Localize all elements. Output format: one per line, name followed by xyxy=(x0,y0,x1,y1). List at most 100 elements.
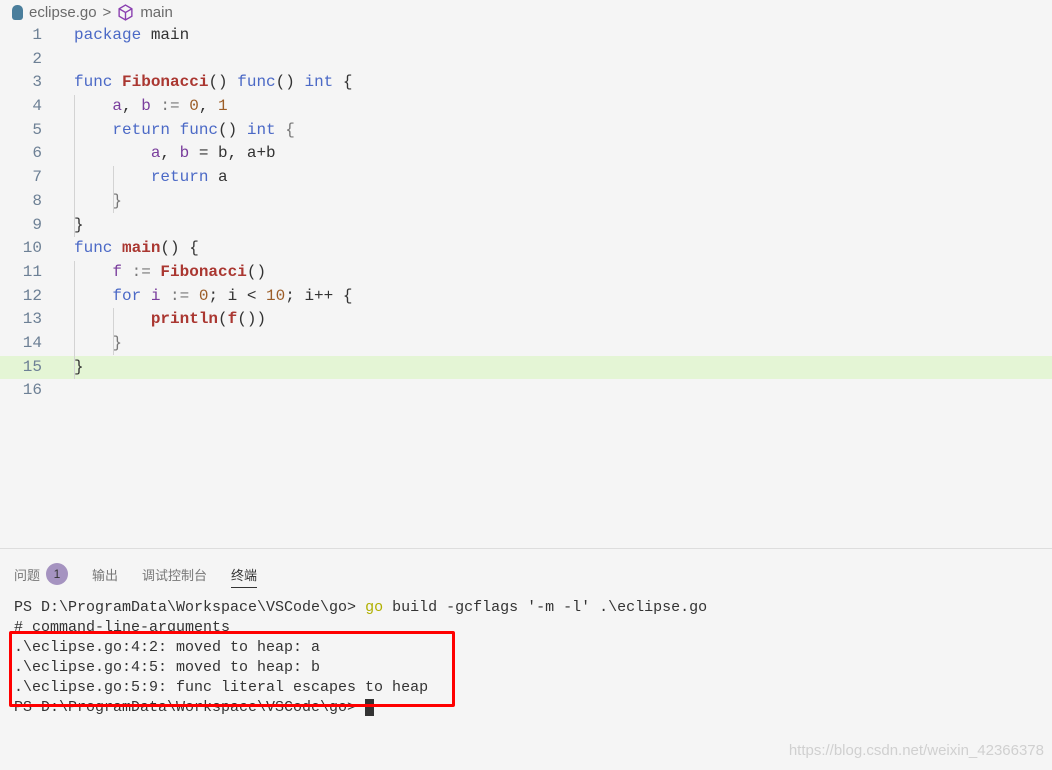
breadcrumb-symbol[interactable]: main xyxy=(140,4,173,21)
code-token: main xyxy=(141,26,190,44)
prompt: PS D:\ProgramData\Workspace\VSCode\go> xyxy=(14,599,366,616)
code-token: func xyxy=(237,73,276,92)
line-number: 13 xyxy=(22,310,42,329)
line-number: 7 xyxy=(32,168,42,187)
code-line[interactable]: 6 a, b = b, a+b xyxy=(0,142,1052,166)
code-token: for xyxy=(112,286,151,305)
code-token: := xyxy=(122,262,161,281)
code-line[interactable]: 10 func main() { xyxy=(0,237,1052,261)
line-number: 8 xyxy=(32,191,42,210)
breadcrumb: eclipse.go > main xyxy=(12,2,173,22)
panel-tab[interactable]: 终端 xyxy=(231,561,258,588)
code-line[interactable]: 1 package main xyxy=(0,24,1052,48)
indent-guide xyxy=(113,166,114,213)
code-token: main xyxy=(122,239,161,258)
code-line[interactable]: 5 return func() int { xyxy=(0,119,1052,143)
code-token: a xyxy=(150,144,161,163)
code-text: for i := 0; i < 10; i++ { xyxy=(74,285,352,309)
highlight-box xyxy=(9,631,455,707)
code-token: () { xyxy=(160,239,199,258)
terminal-command-line: PS D:\ProgramData\Workspace\VSCode\go> g… xyxy=(14,598,707,618)
code-token: f xyxy=(112,262,123,281)
code-token: () xyxy=(275,73,305,92)
code-token: a xyxy=(208,168,228,187)
code-token: ; i < xyxy=(208,286,267,305)
code-text: func Fibonacci() func() int { xyxy=(74,71,352,95)
code-token: } xyxy=(74,215,84,234)
command-args: build -gcflags '-m -l' .\eclipse.go xyxy=(383,599,708,616)
code-token: int xyxy=(304,73,334,92)
code-token: println xyxy=(150,310,219,329)
code-token: () xyxy=(218,120,247,139)
panel-tabs: 问题 1 输出 调试控制台 终端 xyxy=(14,561,258,588)
line-number: 9 xyxy=(32,215,42,234)
line-number: 4 xyxy=(32,97,42,116)
command-go: go xyxy=(365,599,384,616)
indent-guide xyxy=(113,308,114,355)
code-text: a, b := 0, 1 xyxy=(74,95,228,119)
code-token: func xyxy=(74,73,123,92)
code-line[interactable]: 15} xyxy=(0,355,1052,380)
code-text: println(f()) xyxy=(74,308,266,332)
code-line[interactable]: 4 a, b := 0, 1 xyxy=(0,95,1052,119)
code-line[interactable]: 16 xyxy=(0,379,1052,403)
code-token: () xyxy=(246,262,267,281)
code-line[interactable]: 2 xyxy=(0,48,1052,72)
problem-count-badge: 1 xyxy=(46,563,69,585)
code-line[interactable]: 3 func Fibonacci() func() int { xyxy=(0,71,1052,95)
line-number: 14 xyxy=(22,333,42,352)
code-token: 1 xyxy=(218,97,228,116)
code-token: } xyxy=(74,357,84,376)
code-token: { xyxy=(333,73,353,92)
code-token: func xyxy=(74,239,123,258)
code-token: 0 xyxy=(198,286,209,305)
code-token: ( xyxy=(218,310,228,329)
code-editor[interactable]: 1 package main 2 3 func Fibonacci() func() i… xyxy=(0,24,1052,403)
tab-label: 终端 xyxy=(231,567,258,583)
line-number: 6 xyxy=(32,144,42,163)
code-token: = b, a+b xyxy=(189,144,276,163)
code-line[interactable]: 9} xyxy=(0,214,1052,238)
panel-tab[interactable]: 问题 1 xyxy=(14,561,69,587)
bottom-panel: 问题 1 输出 调试控制台 终端 PS D:\ProgramData\Workspace… xyxy=(0,548,1052,770)
code-line[interactable]: 14 } xyxy=(0,332,1052,356)
breadcrumb-file[interactable]: eclipse.go xyxy=(29,4,97,21)
code-line[interactable]: 12 for i := 0; i < 10; i++ { xyxy=(0,285,1052,309)
panel-tab[interactable]: 输出 xyxy=(92,561,118,587)
code-line[interactable]: 8 } xyxy=(0,190,1052,214)
code-token: 0 xyxy=(189,97,199,116)
line-number: 1 xyxy=(32,26,42,44)
code-line[interactable]: 7 return a xyxy=(0,166,1052,190)
code-token: () xyxy=(208,73,238,92)
line-number: 12 xyxy=(22,286,42,305)
code-token: int xyxy=(246,120,276,139)
code-text: } xyxy=(74,332,122,356)
code-token: { xyxy=(275,120,295,139)
breadcrumb-separator: > xyxy=(102,3,112,21)
code-text: package main xyxy=(74,24,189,48)
code-text: return func() int { xyxy=(74,119,295,143)
line-number: 3 xyxy=(32,73,42,92)
code-token: , xyxy=(198,97,219,116)
code-token: Fibonacci xyxy=(122,73,209,92)
code-text: a, b = b, a+b xyxy=(74,142,276,166)
code-line[interactable]: 13 println(f()) xyxy=(0,308,1052,332)
go-gopher-icon xyxy=(12,4,23,20)
indent-guide xyxy=(74,95,75,237)
code-text: } xyxy=(74,214,84,238)
code-text: } xyxy=(74,356,84,380)
code-token: a xyxy=(112,97,123,116)
code-token: := xyxy=(160,286,199,305)
watermark: https://blog.csdn.net/weixin_42366378 xyxy=(788,742,1044,759)
code-line[interactable]: 11 f := Fibonacci() xyxy=(0,261,1052,285)
panel-tab[interactable]: 调试控制台 xyxy=(142,561,207,587)
code-text: func main() { xyxy=(74,237,199,261)
tab-label: 输出 xyxy=(92,567,119,583)
code-token: ; i++ { xyxy=(285,286,353,305)
line-number: 5 xyxy=(32,120,42,139)
